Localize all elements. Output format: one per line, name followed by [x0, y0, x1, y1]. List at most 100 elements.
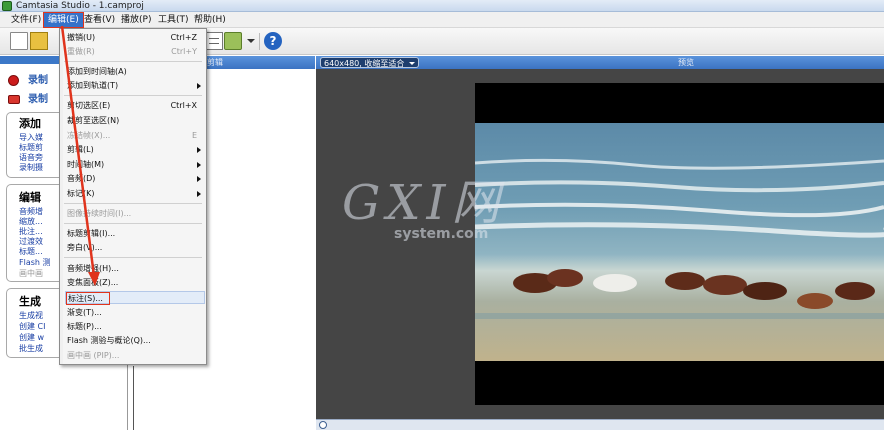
menu-item-callout[interactable]: 标注(S)... [65, 291, 205, 305]
record-voice-label: 录制 [28, 94, 48, 105]
menu-item-label: 标题剪辑(I)... [67, 229, 116, 238]
menu-bar: 文件(F) 编辑(E) 查看(V) 播放(P) 工具(T) 帮助(H) [0, 12, 884, 28]
menu-item-title[interactable]: 标题(P)... [65, 320, 205, 333]
camera-icon [8, 95, 20, 104]
menu-item-label: 旁白(V)... [67, 243, 103, 252]
menu-item-zoom-panel[interactable]: 变焦面板(Z)... [65, 276, 205, 289]
menu-item-image-duration[interactable]: 图像持续时间(I)... [65, 207, 205, 220]
menu-separator [64, 203, 202, 204]
menu-item-pip[interactable]: 画中画 (PIP)... [65, 349, 205, 362]
menu-edit[interactable]: 编辑(E) [43, 12, 84, 28]
menu-item-marker[interactable]: 标记(K) [65, 187, 205, 200]
menu-item-redo[interactable]: 重做(R) Ctrl+Y [65, 45, 205, 58]
submenu-arrow-icon [197, 83, 201, 89]
produce-link-cd[interactable]: 创建 CI [19, 322, 46, 331]
submenu-arrow-icon [197, 162, 201, 168]
menu-item-label: 添加到时间轴(A) [67, 67, 127, 76]
chevron-down-icon [409, 62, 416, 65]
add-link-title[interactable]: 标题剪 [19, 143, 43, 152]
menu-item-label: 冻结帧(X)... [67, 131, 111, 140]
document-icon[interactable] [205, 32, 223, 50]
add-section-title: 添加 [19, 117, 41, 130]
menu-view[interactable]: 查看(V) [80, 13, 119, 27]
horses-on-beach-image [475, 123, 884, 361]
menu-item-add-to-track[interactable]: 添加到轨道(T) [65, 79, 205, 92]
menu-item-shortcut: Ctrl+Y [171, 47, 197, 56]
produce-section-title: 生成 [19, 295, 41, 308]
new-project-icon[interactable] [10, 32, 28, 50]
menu-item-add-to-timeline[interactable]: 添加到时间轴(A) [65, 65, 205, 78]
menu-item-shortcut: E [191, 131, 197, 140]
add-link-import[interactable]: 导入媒 [19, 133, 43, 142]
help-icon[interactable]: ? [264, 32, 282, 50]
menu-item-label: 渐变(T)... [67, 308, 102, 317]
callout-highlight-box [66, 292, 110, 305]
video-frame [475, 83, 884, 405]
menu-item-timeline[interactable]: 时间轴(M) [65, 158, 205, 171]
menu-separator [64, 61, 202, 62]
menu-tools[interactable]: 工具(T) [154, 13, 193, 27]
menu-item-label: 重做(R) [67, 47, 95, 56]
seek-thumb[interactable] [319, 421, 327, 429]
menu-item-label: 图像持续时间(I)... [67, 209, 132, 218]
menu-item-cut-selection[interactable]: 剪切选区(E) Ctrl+X [65, 99, 205, 112]
menu-item-label: 画中画 (PIP)... [67, 351, 120, 360]
menu-item-crop-to-selection[interactable]: 裁剪至选区(N) [65, 114, 205, 127]
preview-header: 640x480, 收缩至适合 预览 [316, 56, 884, 69]
window-title: Camtasia Studio - 1.camproj [16, 1, 144, 11]
menu-gutter [60, 29, 63, 364]
zoom-select[interactable]: 640x480, 收缩至适合 [320, 57, 420, 68]
menu-item-label: 撤销(U) [67, 33, 96, 42]
produce-link-web[interactable]: 创建 w [19, 333, 44, 342]
menu-item-label: 音频(D) [67, 174, 96, 183]
splitter-line[interactable] [133, 366, 134, 430]
library-icon[interactable] [224, 32, 242, 50]
menu-item-shortcut: Ctrl+Z [170, 33, 197, 42]
edit-link-zoom[interactable]: 缩放... [19, 217, 43, 226]
open-folder-icon[interactable] [30, 32, 48, 50]
title-bar: Camtasia Studio - 1.camproj [0, 0, 884, 12]
record-icon [8, 75, 19, 86]
edit-section-title: 编辑 [19, 191, 41, 204]
watermark-domain: system.com [394, 226, 489, 242]
edit-link-audio[interactable]: 音频增 [19, 207, 43, 216]
menu-separator [64, 223, 202, 224]
menu-item-label: 剪辑(L) [67, 145, 94, 154]
edit-link-callout[interactable]: 批注... [19, 227, 43, 236]
edit-link-title[interactable]: 标题... [19, 247, 43, 256]
preview-title: 预览 [678, 58, 694, 67]
menu-item-flash-quiz[interactable]: Flash 测验与概论(Q)... [65, 334, 205, 347]
produce-link-batch[interactable]: 批生成 [19, 344, 43, 353]
add-link-camera[interactable]: 录制摄 [19, 163, 43, 172]
menu-play[interactable]: 播放(P) [117, 13, 155, 27]
edit-link-pip[interactable]: 画中画 [19, 269, 43, 278]
submenu-arrow-icon [197, 176, 201, 182]
dropdown-arrow-icon[interactable] [247, 39, 255, 43]
menu-item-shortcut: Ctrl+X [170, 101, 197, 110]
menu-item-freeze-frame[interactable]: 冻结帧(X)... E [65, 129, 205, 142]
menu-item-label: 标记(K) [67, 189, 95, 198]
submenu-arrow-icon [197, 191, 201, 197]
menu-item-undo[interactable]: 撤销(U) Ctrl+Z [65, 31, 205, 44]
menu-separator [64, 257, 202, 258]
menu-item-label: 裁剪至选区(N) [67, 116, 120, 125]
add-link-narration[interactable]: 语音旁 [19, 153, 43, 162]
menu-item-label: 变焦面板(Z)... [67, 278, 119, 287]
clip-bin-title: 剪辑 [207, 58, 223, 67]
zoom-select-value: 640x480, 收缩至适合 [324, 59, 405, 68]
menu-item-audio-enhance[interactable]: 音频增强(H)... [65, 262, 205, 275]
edit-link-flash[interactable]: Flash 测 [19, 258, 51, 267]
menu-item-label: 时间轴(M) [67, 160, 105, 169]
produce-link-video[interactable]: 生成视 [19, 311, 43, 320]
menu-item-transition[interactable]: 渐变(T)... [65, 306, 205, 319]
menu-item-clip[interactable]: 剪辑(L) [65, 143, 205, 156]
edit-link-transition[interactable]: 过渡效 [19, 237, 43, 246]
menu-item-title-clip[interactable]: 标题剪辑(I)... [65, 227, 205, 240]
menu-file[interactable]: 文件(F) [7, 13, 45, 27]
seek-bar[interactable] [316, 419, 884, 430]
menu-item-label: 音频增强(H)... [67, 264, 119, 273]
menu-item-narration[interactable]: 旁白(V)... [65, 241, 205, 254]
toolbar-separator [259, 33, 260, 50]
menu-help[interactable]: 帮助(H) [190, 13, 230, 27]
menu-item-audio[interactable]: 音频(D) [65, 172, 205, 185]
